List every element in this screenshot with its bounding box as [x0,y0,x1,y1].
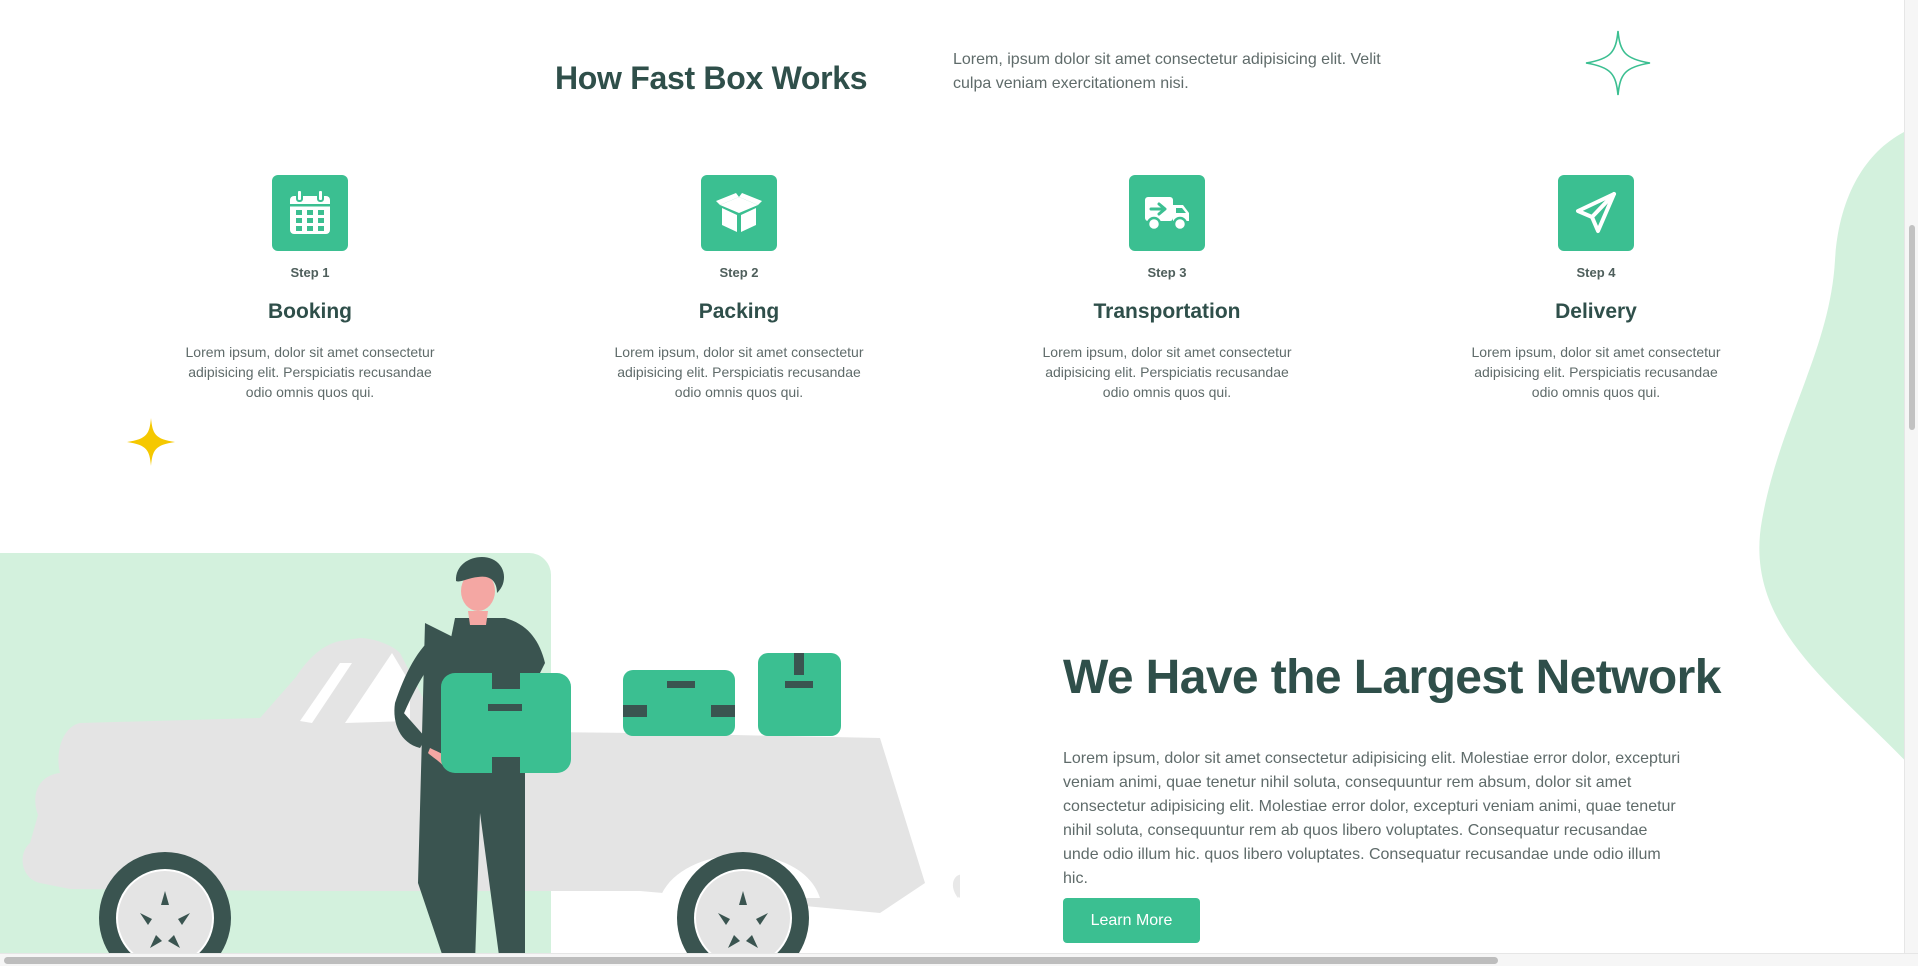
step-icon-tile [701,175,777,251]
paper-plane-icon [1576,192,1616,233]
horizontal-scrollbar[interactable] [0,953,1918,966]
step-number: Step 2 [719,265,759,280]
truck-icon [1145,197,1189,232]
step-title: Transportation [1093,300,1241,323]
vertical-scrollbar[interactable] [1904,0,1918,953]
step-transportation: Step 3 Transportation Lorem ipsum, dolor… [1017,175,1317,402]
step-delivery: Step 4 Delivery Lorem ipsum, dolor sit a… [1446,175,1746,402]
horizontal-scrollbar-thumb[interactable] [4,957,1498,964]
step-title: Packing [698,300,780,323]
step-number: Step 1 [290,265,330,280]
calendar-icon [290,190,330,234]
sparkle-outline-icon [1585,30,1651,96]
section-intro: Lorem, ipsum dolor sit amet consectetur … [953,51,1381,92]
network-description: Lorem ipsum, dolor sit amet consectetur … [1063,750,1681,887]
step-description: Lorem ipsum, dolor sit amet consectetur … [185,344,435,400]
step-icon-tile [1129,175,1205,251]
step-description: Lorem ipsum, dolor sit amet consectetur … [614,344,864,400]
open-box-icon [716,193,762,232]
network-title: We Have the Largest Network [1063,651,1721,704]
sparkle-yellow-icon [127,418,175,466]
step-icon-tile [272,175,348,251]
steps-section: Step 1 Booking Lorem ipsum, dolor sit am… [0,175,1904,425]
section-title: How Fast Box Works [555,60,868,96]
step-packing: Step 2 Packing Lorem ipsum, dolor sit am… [589,175,889,402]
step-title: Delivery [1555,300,1637,323]
step-description: Lorem ipsum, dolor sit amet consectetur … [1042,344,1292,400]
delivery-truck-illustration [22,557,960,953]
vertical-scrollbar-thumb[interactable] [1909,225,1915,430]
page: How Fast Box Works Lorem, ipsum dolor si… [0,0,1904,953]
step-description: Lorem ipsum, dolor sit amet consectetur … [1471,344,1721,400]
step-number: Step 3 [1147,265,1187,280]
step-icon-tile [1558,175,1634,251]
step-booking: Step 1 Booking Lorem ipsum, dolor sit am… [160,175,460,402]
step-number: Step 4 [1576,265,1616,280]
step-title: Booking [268,300,352,323]
learn-more-button[interactable]: Learn More [1063,898,1200,943]
